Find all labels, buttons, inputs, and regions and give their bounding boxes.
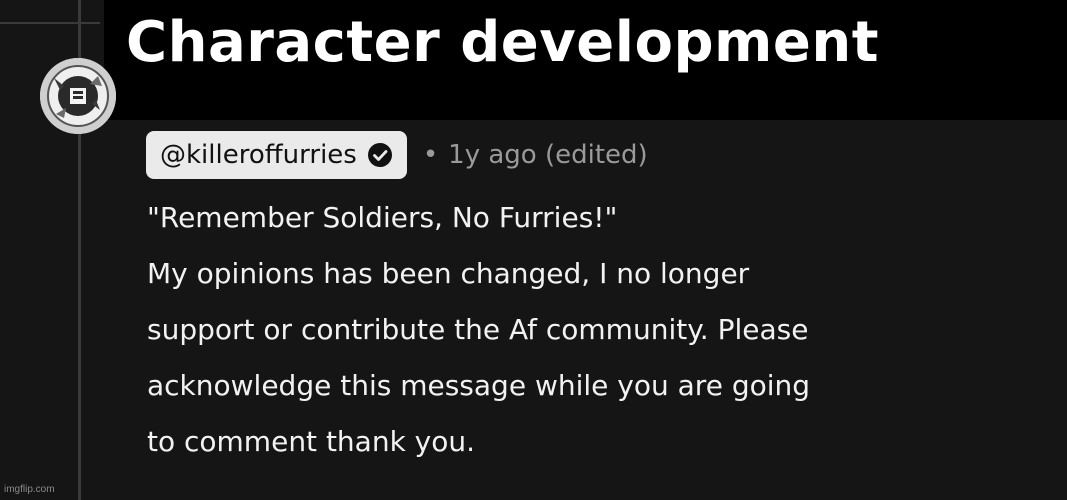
comment-line: My opinions has been changed, I no longe… (147, 257, 750, 290)
comment-body: "Remember Soldiers, No Furries!" My opin… (147, 190, 1047, 470)
comment-timestamp: 1y ago (edited) (448, 140, 648, 170)
avatar-image (40, 58, 116, 134)
author-handle-chip[interactable]: @killeroffurries (146, 131, 407, 179)
meta-separator: • (422, 140, 439, 170)
author-handle: @killeroffurries (160, 140, 357, 170)
verified-check-icon (367, 142, 393, 168)
comment-line: support or contribute the Af community. … (147, 313, 809, 346)
avatar[interactable] (40, 58, 116, 134)
comment-line: acknowledge this message while you are g… (147, 369, 811, 402)
comment-header: @killeroffurries • 1y ago (edited) (146, 131, 648, 179)
comment-line: "Remember Soldiers, No Furries!" (147, 201, 618, 234)
watermark: imgflip.com (4, 484, 55, 495)
comment-line: to comment thank you. (147, 425, 476, 458)
thread-divider (0, 22, 100, 24)
meme-caption: Character development (126, 10, 879, 75)
